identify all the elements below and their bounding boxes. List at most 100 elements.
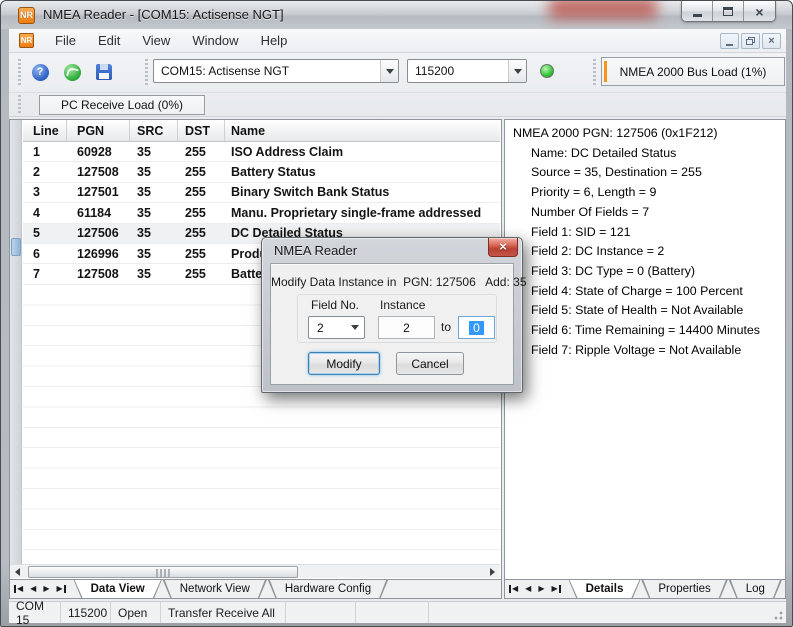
column-header-name[interactable]: Name	[225, 120, 500, 141]
close-icon: ×	[499, 240, 507, 254]
help-icon: ?	[32, 64, 49, 81]
tab-prev-button[interactable]: ◀	[30, 585, 36, 593]
cell-dst: 255	[178, 162, 225, 181]
mdi-restore-button[interactable]	[741, 33, 760, 49]
baud-rate-value: 115200	[415, 64, 454, 78]
mdi-close-button[interactable]: ×	[762, 33, 781, 49]
field-no-label: Field No.	[311, 298, 359, 312]
cancel-button[interactable]: Cancel	[396, 352, 464, 375]
menu-edit[interactable]: Edit	[87, 30, 131, 51]
instance-current-field: 2	[378, 316, 435, 339]
com-port-dropdown-button[interactable]	[380, 60, 398, 82]
dialog-message: Modify Data Instance in PGN: 127506 Add:…	[271, 275, 513, 289]
scroll-right-button[interactable]	[486, 566, 499, 578]
vertical-scrollbar-thumb[interactable]	[11, 238, 21, 256]
field-no-dropdown-button[interactable]	[347, 318, 363, 337]
save-button[interactable]	[91, 59, 117, 85]
horizontal-scrollbar-thumb[interactable]	[28, 566, 298, 578]
cell-dst: 255	[178, 224, 225, 243]
chevron-down-icon	[351, 325, 359, 330]
column-header-pgn[interactable]: PGN	[67, 120, 130, 141]
column-header-line[interactable]: Line	[23, 120, 67, 141]
details-line: Field 1: SID = 121	[531, 223, 781, 243]
menu-view[interactable]: View	[131, 30, 181, 51]
table-row[interactable]: 3 127501 35 255 Binary Switch Bank Statu…	[23, 183, 500, 203]
baud-rate-dropdown-button[interactable]	[508, 60, 526, 82]
minimize-button[interactable]	[682, 1, 713, 22]
arrow-left-icon	[15, 568, 20, 576]
toolbar-gripper[interactable]	[18, 95, 21, 113]
com-port-select[interactable]: COM15: Actisense NGT	[153, 59, 399, 83]
cell-pgn: 61184	[67, 203, 130, 222]
selected-text: 0	[469, 321, 484, 335]
table-row[interactable]: 1 60928 35 255 ISO Address Claim	[23, 142, 500, 162]
mdi-minimize-button[interactable]	[720, 33, 739, 49]
menu-help[interactable]: Help	[250, 30, 299, 51]
vertical-scrollbar[interactable]	[10, 120, 22, 566]
tab-next-button[interactable]: ▶	[538, 585, 544, 593]
toolbar-gripper[interactable]	[145, 59, 148, 87]
table-row[interactable]: 2 127508 35 255 Battery Status	[23, 162, 500, 182]
instance-current-value: 2	[403, 321, 410, 335]
menu-window[interactable]: Window	[181, 30, 249, 51]
app-window: NR NMEA Reader - [COM15: Actisense NGT] …	[0, 0, 793, 627]
scrollbar-grip	[156, 569, 170, 577]
baud-rate-select[interactable]: 115200	[407, 59, 527, 83]
details-line: Field 7: Ripple Voltage = Not Available	[531, 341, 781, 361]
details-pane: NMEA 2000 PGN: 127506 (0x1F212) Name: DC…	[504, 119, 786, 599]
help-button[interactable]: ?	[27, 59, 53, 85]
horizontal-scrollbar[interactable]	[10, 564, 500, 578]
table-row[interactable]: 4 61184 35 255 Manu. Proprietary single-…	[23, 203, 500, 223]
details-line: Field 5: State of Health = Not Available	[531, 301, 781, 321]
scroll-left-button[interactable]	[11, 566, 24, 578]
details-line: Source = 35, Destination = 255	[531, 163, 781, 183]
tab-first-button[interactable]: ◀	[509, 585, 518, 593]
toolbar-gripper[interactable]	[18, 59, 21, 87]
menu-file[interactable]: File	[44, 30, 87, 51]
cell-line: 7	[23, 264, 67, 283]
close-icon: ×	[755, 5, 763, 19]
mdi-app-icon-text: NR	[21, 36, 33, 45]
tab-last-button[interactable]: ▶	[551, 585, 560, 593]
tab-prev-button[interactable]: ◀	[525, 585, 531, 593]
cell-line: 6	[23, 244, 67, 263]
tab-label: Hardware Config	[268, 580, 388, 598]
nmea-bus-load-button[interactable]: NMEA 2000 Bus Load (1%)	[601, 57, 785, 86]
toolbar-gripper[interactable]	[593, 59, 596, 87]
cell-pgn: 127506	[67, 224, 130, 243]
cell-pgn: 127508	[67, 162, 130, 181]
maximize-button[interactable]	[713, 1, 744, 22]
tab-hardware-config[interactable]: Hardware Config	[268, 580, 388, 599]
connect-button[interactable]	[59, 59, 85, 85]
pc-receive-load-button[interactable]: PC Receive Load (0%)	[39, 95, 205, 115]
connection-status-led	[540, 64, 554, 78]
column-header-dst[interactable]: DST	[178, 120, 225, 141]
mdi-app-icon[interactable]: NR	[19, 33, 34, 48]
tab-properties[interactable]: Properties	[641, 580, 727, 599]
status-transfer-mode: Transfer Receive All	[161, 602, 286, 623]
cell-src: 35	[130, 142, 178, 161]
cell-src: 35	[130, 183, 178, 202]
tab-next-button[interactable]: ▶	[43, 585, 49, 593]
tab-details[interactable]: Details	[569, 580, 641, 599]
cell-line: 2	[23, 162, 67, 181]
resize-grip[interactable]	[771, 608, 784, 621]
toolbar-secondary: PC Receive Load (0%)	[9, 94, 786, 117]
dialog-title-bar[interactable]: NMEA Reader ×	[262, 238, 522, 263]
cell-line: 3	[23, 183, 67, 202]
instance-new-input[interactable]: 0	[458, 316, 495, 339]
title-bar[interactable]: NR NMEA Reader - [COM15: Actisense NGT] …	[1, 1, 792, 29]
close-button[interactable]: ×	[744, 1, 775, 22]
tab-data-view[interactable]: Data View	[74, 580, 162, 599]
modify-button[interactable]: Modify	[308, 352, 380, 375]
tab-last-button[interactable]: ▶	[56, 585, 65, 593]
left-tab-bar: ◀ ◀ ▶ ▶ Data View Network View Hardware …	[10, 579, 501, 598]
tab-network-view[interactable]: Network View	[163, 580, 267, 599]
details-line: Field 2: DC Instance = 2	[531, 242, 781, 262]
field-no-select[interactable]: 2	[308, 316, 365, 339]
tab-first-button[interactable]: ◀	[14, 585, 23, 593]
tab-log[interactable]: Log	[729, 580, 782, 599]
to-label: to	[441, 320, 451, 334]
dialog-close-button[interactable]: ×	[488, 238, 518, 257]
column-header-src[interactable]: SRC	[130, 120, 178, 141]
